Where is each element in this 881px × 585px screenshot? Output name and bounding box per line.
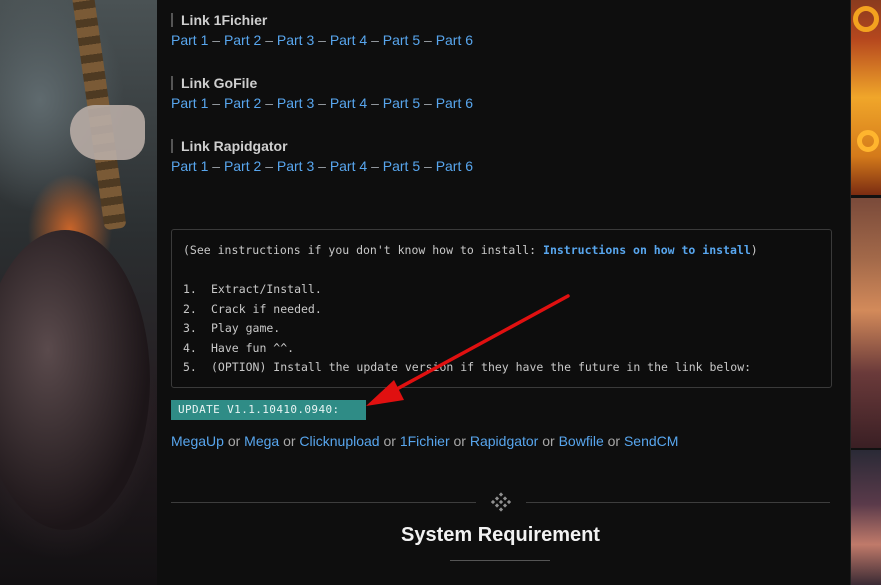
- section-title-underline: [450, 560, 550, 561]
- section-divider-right: [526, 502, 830, 503]
- link-heading-gofile: Link GoFile: [171, 76, 257, 90]
- part-link[interactable]: Part 1: [171, 158, 208, 174]
- artwork-fur: [0, 230, 150, 530]
- part-link[interactable]: Part 5: [383, 158, 420, 174]
- instruction-step: 1. Extract/Install.: [183, 282, 322, 296]
- mirror-link-clicknupload[interactable]: Clicknupload: [299, 433, 379, 449]
- part-link[interactable]: Part 2: [224, 32, 261, 48]
- section-divider-left: [171, 502, 476, 503]
- mirror-link-1fichier[interactable]: 1Fichier: [400, 433, 450, 449]
- ad-banner-bottom[interactable]: [851, 450, 881, 585]
- mirror-link-megaup[interactable]: MegaUp: [171, 433, 224, 449]
- part-link[interactable]: Part 6: [436, 32, 473, 48]
- instruction-step: 4. Have fun ^^.: [183, 341, 295, 355]
- red-arrow-annotation: [366, 294, 570, 406]
- link-row-rapidgator: Part 1 – Part 2 – Part 3 – Part 4 – Part…: [171, 158, 474, 174]
- part-link[interactable]: Part 3: [277, 32, 314, 48]
- right-sidebar: [850, 0, 881, 585]
- part-link[interactable]: Part 6: [436, 95, 473, 111]
- mirror-link-sendcm[interactable]: SendCM: [624, 433, 678, 449]
- diamond-dots-icon: [491, 492, 511, 512]
- artwork-hand: [70, 105, 145, 160]
- ad-logo-icon: [857, 130, 879, 152]
- ad-logo-icon: [853, 6, 879, 32]
- link-heading-rapidgator: Link Rapidgator: [171, 139, 288, 153]
- instructions-link[interactable]: Instructions on how to install: [543, 243, 751, 257]
- mirror-link-bowfile[interactable]: Bowfile: [559, 433, 604, 449]
- part-link[interactable]: Part 1: [171, 95, 208, 111]
- part-link[interactable]: Part 4: [330, 95, 367, 111]
- link-row-1fichier: Part 1 – Part 2 – Part 3 – Part 4 – Part…: [171, 32, 474, 48]
- background-artwork: [0, 0, 157, 585]
- instruction-step: 2. Crack if needed.: [183, 302, 322, 316]
- mirror-link-rapidgator[interactable]: Rapidgator: [470, 433, 539, 449]
- link-heading-1fichier: Link 1Fichier: [171, 13, 267, 27]
- part-link[interactable]: Part 2: [224, 158, 261, 174]
- update-version-label: UPDATE V1.1.10410.0940:: [171, 400, 366, 420]
- part-link[interactable]: Part 2: [224, 95, 261, 111]
- part-link[interactable]: Part 3: [277, 95, 314, 111]
- ad-banner-top[interactable]: [851, 0, 881, 195]
- part-link[interactable]: Part 4: [330, 158, 367, 174]
- instruction-step: 3. Play game.: [183, 321, 281, 335]
- ad-banner-middle[interactable]: [851, 198, 881, 448]
- part-link[interactable]: Part 5: [383, 32, 420, 48]
- part-link[interactable]: Part 6: [436, 158, 473, 174]
- mirror-link-mega[interactable]: Mega: [244, 433, 279, 449]
- section-title: System Requirement: [401, 524, 600, 546]
- part-link[interactable]: Part 1: [171, 32, 208, 48]
- instructions-intro: (See instructions if you don't know how …: [183, 243, 758, 257]
- update-mirror-links: MegaUp or Mega or Clicknupload or 1Fichi…: [171, 433, 679, 449]
- part-link[interactable]: Part 4: [330, 32, 367, 48]
- part-link[interactable]: Part 5: [383, 95, 420, 111]
- part-link[interactable]: Part 3: [277, 158, 314, 174]
- link-row-gofile: Part 1 – Part 2 – Part 3 – Part 4 – Part…: [171, 95, 474, 111]
